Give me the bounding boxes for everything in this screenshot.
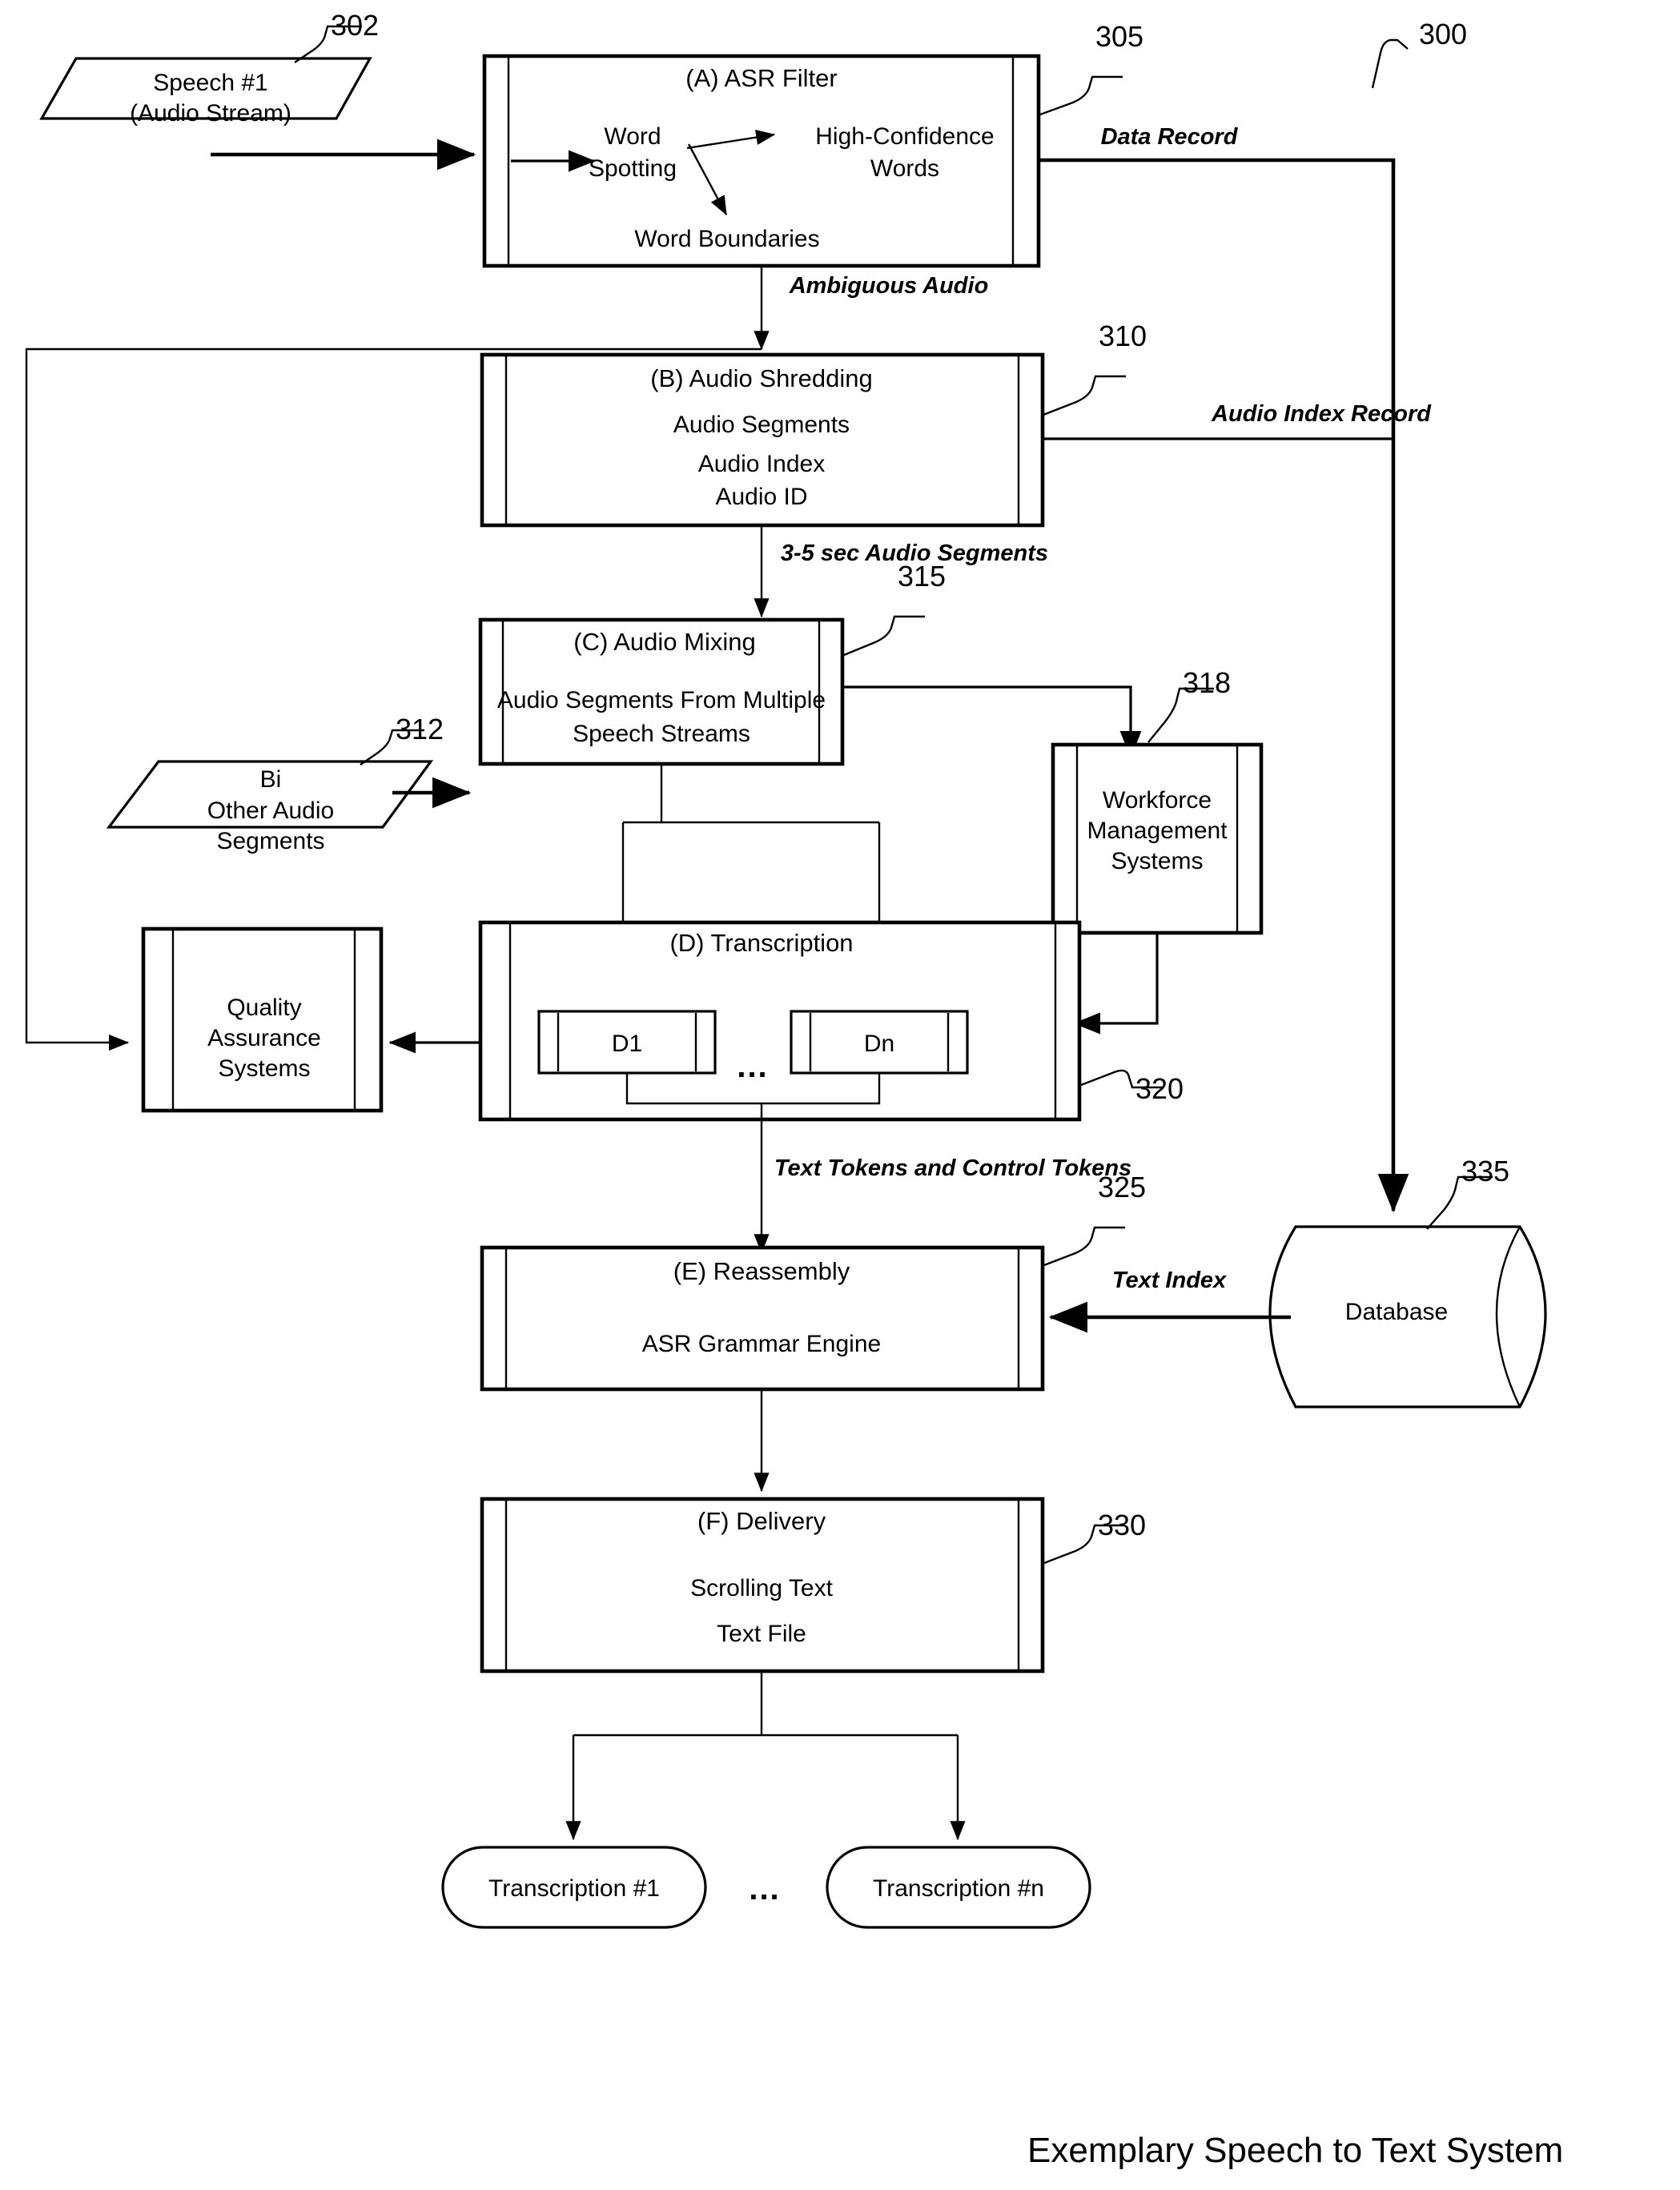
ref-leader-335: 335 [1426,1155,1509,1230]
delivery-line1: Scrolling Text [690,1575,834,1601]
patent-figure: Speech #1 (Audio Stream) 302 (A) ASR Fil… [0,0,1680,2190]
edge-label-audio-index-record: Audio Index Record [1211,401,1432,427]
node-speech-input: Speech #1 (Audio Stream) [39,57,372,127]
node-workforce-management: Workforce Management Systems [1051,742,1264,935]
transcription-dn-label: Dn [864,1031,894,1057]
audio-shredding-line3: Audio ID [715,484,807,510]
asr-filter-word-spotting-l2: Spotting [589,155,677,182]
node-transcription-d1: D1 [537,1010,717,1075]
transcription-d1-label: D1 [612,1031,642,1057]
asr-filter-high-confidence-l2: Words [870,155,939,182]
ref-leader-305: 305 [1039,20,1143,116]
audio-shredding-line2: Audio Index [698,451,825,477]
delivery-title: (F) Delivery [697,1507,826,1535]
ref-leader-318: 318 [1147,666,1231,743]
node-other-audio-segments: Bi Other Audio Segments [106,760,434,854]
node-transcription-dn: Dn [790,1010,969,1075]
audio-mixing-line2: Speech Streams [573,721,750,747]
node-database: Database [1268,1225,1547,1408]
audio-shredding-title: (B) Audio Shredding [650,364,872,392]
ref-leader-302: 302 [294,9,379,63]
node-transcription: (D) Transcription D1 Dn ... [478,920,1082,1122]
workforce-line1: Workforce [1103,787,1212,814]
asr-filter-title: (A) ASR Filter [685,64,837,92]
workforce-line3: Systems [1111,848,1203,874]
figure-caption: Exemplary Speech to Text System [1027,2131,1563,2170]
node-asr-filter: (A) ASR Filter Word Spotting High-Confid… [482,54,1041,268]
asr-filter-high-confidence-l1: High-Confidence [815,123,994,150]
node-transcription-out-1: Transcription #1 [441,1846,707,1929]
ref-330: 330 [1098,1509,1146,1541]
other-audio-line3: Segments [216,828,324,854]
ref-305: 305 [1095,20,1143,53]
node-delivery: (F) Delivery Scrolling Text Text File [480,1497,1045,1674]
transcription-ellipsis: ... [737,1049,768,1084]
transcription-title: (D) Transcription [669,929,853,957]
qa-line1: Quality [227,995,301,1021]
edge-label-ambiguous-audio: Ambiguous Audio [789,273,989,299]
ref-leader-320: 320 [1080,1069,1184,1105]
qa-line3: Systems [218,1055,310,1082]
transcription-out-ellipsis: ... [749,1871,780,1907]
ref-leader-315: 315 [843,560,946,657]
asr-filter-word-boundaries: Word Boundaries [634,226,819,252]
ref-leader-300: 300 [1371,18,1467,89]
other-audio-line1: Bi [260,766,282,793]
workforce-line2: Management [1087,818,1228,844]
asr-filter-word-spotting-l1: Word [604,123,661,150]
edge-label-data-record: Data Record [1101,124,1239,150]
edge-delivery-split [565,1671,966,1841]
edge-text-index: Text Index [1048,1268,1291,1333]
node-reassembly: (E) Reassembly ASR Grammar Engine [480,1245,1045,1392]
ref-leader-325: 325 [1043,1171,1146,1267]
node-audio-shredding: (B) Audio Shredding Audio Segments Audio… [480,352,1045,528]
edge-ambiguous-audio: Ambiguous Audio [754,266,989,351]
ref-320: 320 [1135,1072,1184,1105]
arrow-workforce-to-transcription [1073,933,1159,1035]
audio-mixing-title: (C) Audio Mixing [573,628,755,656]
speech-input-line2: (Audio Stream) [130,100,291,127]
qa-line2: Assurance [207,1025,321,1051]
edge-label-text-control-tokens: Text Tokens and Control Tokens [774,1155,1131,1181]
reassembly-line1: ASR Grammar Engine [642,1331,881,1357]
ref-318: 318 [1183,666,1231,699]
edge-text-control-tokens: Text Tokens and Control Tokens [754,1119,1131,1254]
ref-leader-312: 312 [360,713,444,765]
speech-input-line1: Speech #1 [153,70,267,96]
edge-audio-index-record: Audio Index Record [1043,401,1432,440]
ref-leader-330: 330 [1043,1509,1146,1565]
node-quality-assurance: Quality Assurance Systems [141,926,384,1113]
ref-312: 312 [396,713,444,745]
ref-300: 300 [1419,18,1467,50]
ref-leader-310: 310 [1043,319,1147,416]
database-label: Database [1345,1299,1448,1325]
node-transcription-out-n: Transcription #n [826,1846,1091,1929]
delivery-line2: Text File [717,1621,806,1647]
ref-335: 335 [1461,1155,1509,1187]
transcription-out-n-label: Transcription #n [873,1875,1044,1902]
reassembly-title: (E) Reassembly [673,1257,850,1285]
ref-302: 302 [331,9,379,42]
audio-shredding-line1: Audio Segments [673,412,850,438]
ref-325: 325 [1098,1171,1146,1203]
ref-310: 310 [1099,319,1147,352]
other-audio-line2: Other Audio [207,798,334,824]
ref-315: 315 [898,560,946,593]
transcription-out-1-label: Transcription #1 [488,1875,660,1902]
edge-label-text-index: Text Index [1112,1268,1228,1293]
node-audio-mixing: (C) Audio Mixing Audio Segments From Mul… [478,617,845,766]
audio-mixing-line1: Audio Segments From Multiple [497,687,826,713]
